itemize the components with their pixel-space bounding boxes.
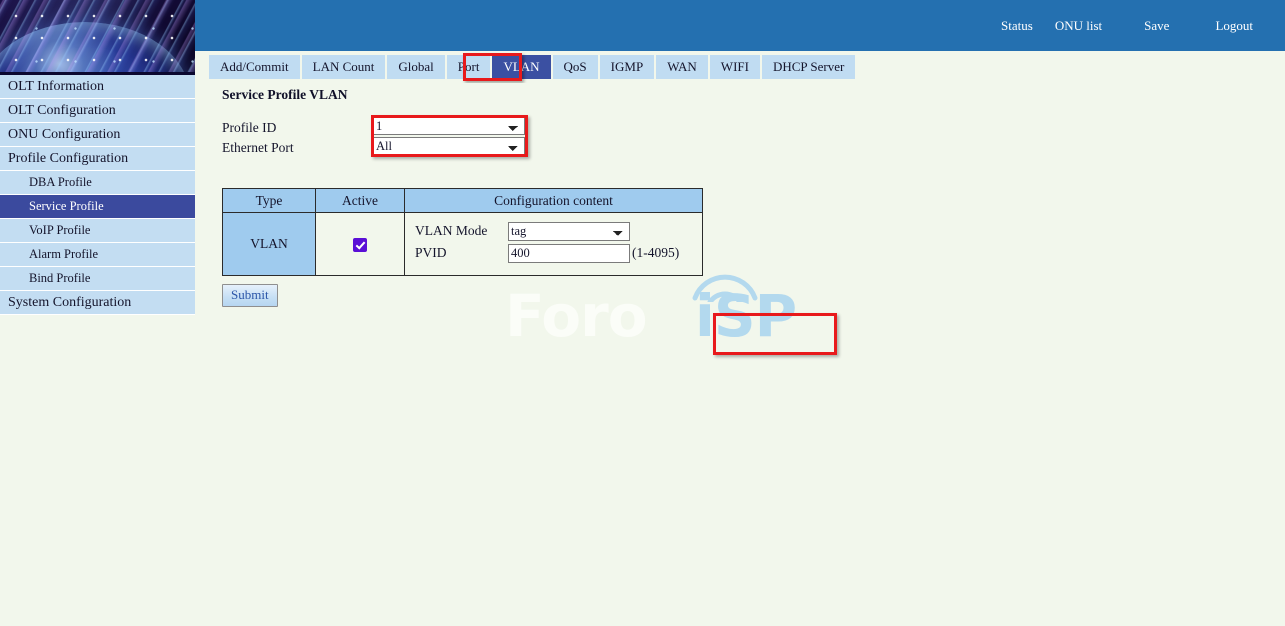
tab-wifi[interactable]: WIFI (709, 55, 762, 79)
sidebar-item-voip-profile[interactable]: VoIP Profile (0, 219, 195, 243)
sidebar-item-service-profile[interactable]: Service Profile (0, 195, 195, 219)
vlan-config-table: Type Active Configuration content VLAN V… (222, 188, 703, 276)
cell-active (315, 212, 405, 276)
label-profile-id: Profile ID (222, 120, 277, 135)
pvid-input[interactable] (508, 243, 630, 263)
vlan-mode-select[interactable]: tag (508, 221, 630, 241)
column-header-type: Type (222, 188, 316, 213)
watermark-text-foro: Foro (505, 282, 648, 350)
tab-global[interactable]: Global (387, 55, 447, 79)
cell-configuration-content: VLAN Mode tag PVID (1-4095) (404, 212, 703, 276)
tab-igmp[interactable]: IGMP (599, 55, 657, 79)
label-pvid: PVID (415, 245, 447, 260)
header-link-save[interactable]: Save (1144, 18, 1169, 34)
column-header-configuration-content: Configuration content (404, 188, 703, 213)
config-row-vlan-mode: VLAN Mode tag (415, 221, 630, 241)
config-row-pvid: PVID (1-4095) (415, 243, 680, 263)
sidebar-item-system-configuration[interactable]: System Configuration (0, 291, 195, 315)
tab-bar: Add/Commit LAN Count Global Port VLAN Qo… (195, 51, 1285, 83)
sidebar-item-alarm-profile[interactable]: Alarm Profile (0, 243, 195, 267)
sidebar-item-olt-configuration[interactable]: OLT Configuration (0, 99, 195, 123)
sidebar-item-dba-profile[interactable]: DBA Profile (0, 171, 195, 195)
header-link-status[interactable]: Status (1001, 18, 1033, 34)
active-checkbox[interactable] (353, 237, 367, 252)
header-links: Status ONU list Save Logout (1001, 0, 1285, 51)
sidebar-item-profile-configuration[interactable]: Profile Configuration (0, 147, 195, 171)
highlight-box-vlan-mode-pvid (713, 313, 837, 355)
banner-bottom-edge (0, 72, 195, 75)
tab-dhcp-server[interactable]: DHCP Server (761, 55, 858, 79)
label-ethernet-port: Ethernet Port (222, 140, 294, 155)
tab-vlan[interactable]: VLAN (492, 55, 553, 79)
tab-port[interactable]: Port (446, 55, 493, 79)
light-dots (0, 0, 195, 75)
tab-wan[interactable]: WAN (656, 55, 710, 79)
tab-lan-count[interactable]: LAN Count (301, 55, 388, 79)
watermark-text-isp: iSP (695, 282, 797, 350)
table-row: VLAN VLAN Mode tag PVID (1-4095) (222, 212, 703, 276)
sidebar-item-onu-configuration[interactable]: ONU Configuration (0, 123, 195, 147)
table-header-row: Type Active Configuration content (222, 188, 703, 213)
sidebar-item-olt-information[interactable]: OLT Information (0, 75, 195, 99)
header-link-onu-list[interactable]: ONU list (1055, 18, 1102, 34)
ethernet-port-select[interactable]: All (373, 137, 525, 155)
profile-id-select[interactable]: 1 (373, 117, 525, 135)
watermark-foroisp: Foro iSP (505, 268, 797, 358)
tab-add-commit[interactable]: Add/Commit (209, 55, 302, 79)
tab-qos[interactable]: QoS (552, 55, 600, 79)
header-link-logout[interactable]: Logout (1215, 18, 1253, 34)
label-vlan-mode: VLAN Mode (415, 223, 488, 238)
banner-image (0, 0, 195, 75)
tab-strip: Add/Commit LAN Count Global Port VLAN Qo… (209, 55, 858, 79)
page-header: Status ONU list Save Logout (195, 0, 1285, 51)
sidebar-item-bind-profile[interactable]: Bind Profile (0, 267, 195, 291)
submit-button[interactable]: Submit (222, 284, 278, 307)
column-header-active: Active (315, 188, 405, 213)
sidebar: OLT Information OLT Configuration ONU Co… (0, 0, 195, 626)
main-content: Foro iSP Service Profile VLAN Profile ID… (195, 83, 1285, 626)
page-title: Service Profile VLAN (222, 87, 348, 102)
cell-type-vlan: VLAN (222, 212, 316, 276)
pvid-range-hint: (1-4095) (632, 245, 680, 260)
